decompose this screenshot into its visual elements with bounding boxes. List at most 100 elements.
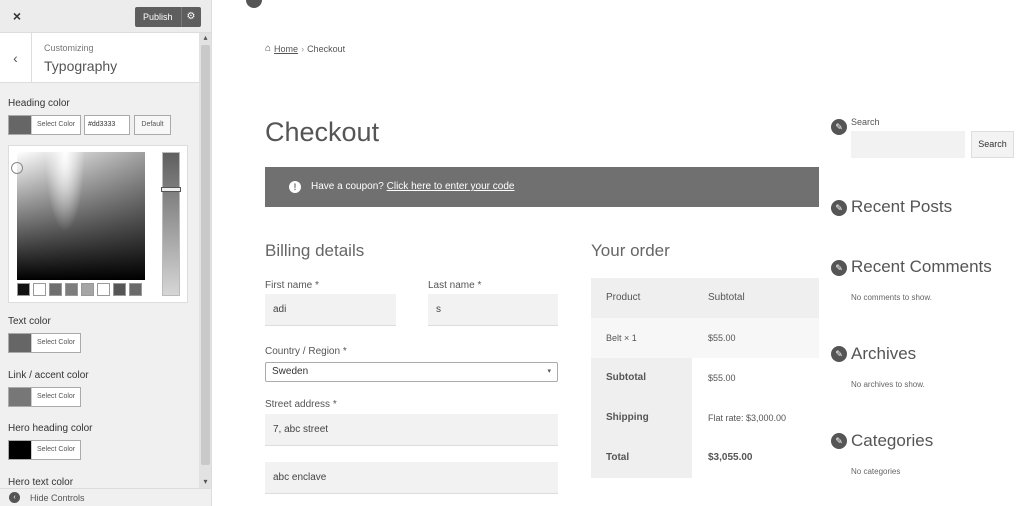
scroll-down-icon[interactable]: ▾ xyxy=(199,477,211,487)
no-comments-text: No comments to show. xyxy=(851,293,932,302)
search-button[interactable]: Search xyxy=(971,131,1014,158)
table-row: Shipping Flat rate: $3,000.00 xyxy=(591,398,819,438)
shipping-label: Shipping xyxy=(591,398,692,438)
palette-swatch[interactable] xyxy=(113,283,126,296)
pencil-icon: ✎ xyxy=(831,200,847,216)
coupon-text: Have a coupon? xyxy=(311,181,384,192)
hero-heading-color-swatch xyxy=(9,441,31,459)
sidebar-scrollbar[interactable]: ▴ ▾ xyxy=(199,33,211,488)
street-address-input[interactable]: 7, abc street xyxy=(265,414,558,446)
publish-group: Publish ⚙ xyxy=(135,7,201,27)
last-name-label: Last name * xyxy=(428,280,482,291)
recent-posts-title: Recent Posts xyxy=(851,197,953,216)
breadcrumb-separator: › xyxy=(301,43,305,54)
coupon-link[interactable]: Click here to enter your code xyxy=(387,181,515,192)
pencil-icon: ✎ xyxy=(831,433,847,449)
archives-title: Archives xyxy=(851,344,917,363)
hero-heading-color-select-button[interactable]: Select Color xyxy=(8,440,82,460)
palette-swatch[interactable] xyxy=(33,283,46,296)
subtotal-header: Subtotal xyxy=(708,292,745,303)
hue-slider-handle[interactable] xyxy=(161,187,181,192)
link-color-swatch xyxy=(9,388,31,406)
select-color-label: Select Color xyxy=(31,388,80,406)
home-icon: ⌂ xyxy=(265,43,272,54)
link-color-select-button[interactable]: Select Color xyxy=(8,387,82,407)
gear-icon[interactable]: ⚙ xyxy=(180,7,201,27)
back-button[interactable]: ‹ xyxy=(0,33,32,83)
order-table: Product Subtotal Belt × 1 $55.00 Subtota… xyxy=(591,278,819,478)
scrollbar-thumb[interactable] xyxy=(201,45,210,465)
first-name-label: First name * xyxy=(265,280,319,291)
subtotal-value: $55.00 xyxy=(708,373,736,383)
search-input[interactable] xyxy=(851,131,965,158)
hide-controls-label: Hide Controls xyxy=(30,493,85,503)
last-name-input[interactable]: s xyxy=(428,294,558,326)
table-row: Belt × 1 $55.00 xyxy=(591,318,819,358)
saturation-area[interactable] xyxy=(17,152,145,280)
country-label: Country / Region * xyxy=(265,346,347,357)
section-title: Typography xyxy=(44,58,118,74)
hero-heading-color-label: Hero heading color xyxy=(8,423,93,434)
palette-swatch[interactable] xyxy=(129,283,142,296)
subtotal-label: Subtotal xyxy=(591,358,692,398)
default-button[interactable]: Default xyxy=(134,115,171,135)
pencil-icon: ✎ xyxy=(831,346,847,362)
breadcrumb: ⌂ Home › Checkout xyxy=(265,43,345,54)
site-logo-icon xyxy=(246,0,262,8)
color-palette xyxy=(17,283,142,296)
palette-swatch[interactable] xyxy=(49,283,62,296)
page-title: Checkout xyxy=(265,117,380,147)
section-header: ‹ Customizing Typography xyxy=(0,33,199,83)
site-preview: ⌂ Home › Checkout Checkout ! Have a coup… xyxy=(212,0,1024,506)
pencil-icon: ✎ xyxy=(831,119,847,135)
hero-text-color-label: Hero text color xyxy=(8,477,74,488)
breadcrumb-current: Checkout xyxy=(307,43,346,54)
customizer-sidebar: × Publish ⚙ ‹ Customizing Typography ▴ ▾… xyxy=(0,0,212,506)
select-color-label: Select Color xyxy=(31,441,80,459)
country-select[interactable]: Sweden ▾ xyxy=(265,362,558,382)
hex-color-input[interactable]: #dd3333 xyxy=(84,115,130,135)
heading-color-select-button[interactable]: Select Color xyxy=(8,115,82,135)
text-color-select-button[interactable]: Select Color xyxy=(8,333,82,353)
country-value: Sweden xyxy=(272,366,309,377)
palette-swatch[interactable] xyxy=(81,283,94,296)
select-color-label: Select Color xyxy=(31,334,80,352)
chevron-down-icon: ▾ xyxy=(547,368,551,375)
search-widget-title: Search xyxy=(851,117,880,127)
hue-slider[interactable] xyxy=(161,152,181,296)
categories-title: Categories xyxy=(851,431,934,450)
coupon-notice: ! Have a coupon? Click here to enter you… xyxy=(265,167,819,207)
color-picker xyxy=(8,145,188,303)
palette-swatch[interactable] xyxy=(17,283,30,296)
item-price: $55.00 xyxy=(708,333,736,343)
link-color-label: Link / accent color xyxy=(8,370,89,381)
table-row: Product Subtotal xyxy=(591,278,819,318)
text-color-label: Text color xyxy=(8,316,51,327)
item-name: Belt × 1 xyxy=(606,333,637,343)
palette-swatch[interactable] xyxy=(97,283,110,296)
no-archives-text: No archives to show. xyxy=(851,380,925,389)
street-address-2-input[interactable]: abc enclave xyxy=(265,462,558,494)
first-name-input[interactable]: adi xyxy=(265,294,396,326)
close-icon[interactable]: × xyxy=(8,6,26,26)
street-address-label: Street address * xyxy=(265,399,337,410)
info-icon: ! xyxy=(289,181,301,193)
text-color-swatch xyxy=(9,334,31,352)
heading-color-swatch xyxy=(9,116,31,134)
scroll-up-icon[interactable]: ▴ xyxy=(199,33,211,43)
your-order-heading: Your order xyxy=(591,241,670,260)
collapse-icon: ‹ xyxy=(9,492,20,503)
hide-controls-button[interactable]: ‹ Hide Controls xyxy=(0,488,211,506)
section-parent-label: Customizing xyxy=(44,43,94,53)
pencil-icon: ✎ xyxy=(831,260,847,276)
publish-button[interactable]: Publish xyxy=(135,7,181,27)
breadcrumb-home-link[interactable]: Home xyxy=(274,44,298,54)
saturation-handle[interactable] xyxy=(11,162,23,174)
product-header: Product xyxy=(606,292,641,303)
total-label: Total xyxy=(591,438,692,478)
total-value: $3,055.00 xyxy=(708,452,753,463)
recent-comments-title: Recent Comments xyxy=(851,257,992,276)
customizer-topbar: × Publish ⚙ xyxy=(0,0,211,33)
billing-details-heading: Billing details xyxy=(265,241,365,260)
palette-swatch[interactable] xyxy=(65,283,78,296)
